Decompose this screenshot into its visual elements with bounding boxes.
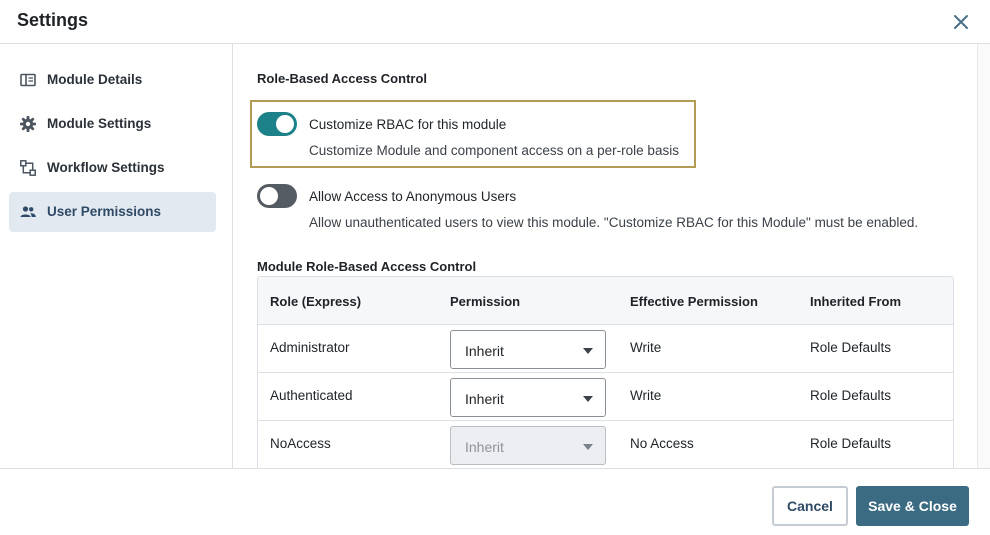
caret-down-icon [583, 396, 593, 402]
sidebar-item-module-details[interactable]: Module Details [9, 60, 216, 100]
gear-icon [19, 115, 37, 133]
workflow-icon [19, 159, 37, 177]
rbac-section-title: Role-Based Access Control [257, 71, 428, 86]
sidebar-item-module-settings[interactable]: Module Settings [9, 104, 216, 144]
anonymous-access-toggle[interactable] [257, 184, 297, 208]
table-row: Administrator Inherit Write Role Default… [258, 325, 953, 373]
permission-select[interactable]: Inherit [450, 330, 606, 369]
effective-permission-cell: Write [630, 388, 662, 403]
cancel-button[interactable]: Cancel [772, 486, 848, 526]
close-icon[interactable] [950, 11, 972, 33]
caret-down-icon [583, 444, 593, 450]
table-header: Role (Express) Permission Effective Perm… [258, 277, 953, 325]
column-header-permission: Permission [450, 294, 521, 309]
column-header-role: Role (Express) [270, 294, 362, 309]
anonymous-access-label: Allow Access to Anonymous Users [309, 189, 517, 204]
effective-permission-cell: Write [630, 340, 662, 355]
module-details-icon [19, 71, 37, 89]
dialog-footer: Cancel Save & Close [0, 468, 990, 535]
column-header-inherited-from: Inherited From [810, 294, 902, 309]
customize-rbac-label: Customize RBAC for this module [309, 117, 507, 132]
toggle-knob [260, 187, 278, 205]
sidebar-item-label: Module Details [47, 72, 143, 87]
inherited-from-cell: Role Defaults [810, 340, 892, 355]
column-header-effective-permission: Effective Permission [630, 294, 758, 309]
customize-rbac-description: Customize Module and component access on… [309, 143, 679, 158]
customize-rbac-toggle[interactable] [257, 112, 297, 136]
anonymous-access-description: Allow unauthenticated users to view this… [309, 215, 919, 230]
dialog-header: Settings [0, 0, 990, 44]
module-rbac-table: Role (Express) Permission Effective Perm… [257, 276, 954, 468]
permission-select[interactable]: Inherit [450, 378, 606, 417]
role-cell: NoAccess [270, 436, 331, 451]
role-cell: Administrator [270, 340, 350, 355]
settings-sidebar: Module Details Module Settings Workflow … [0, 44, 233, 468]
table-row: NoAccess Inherit No Access Role Defaults [258, 421, 953, 468]
inherited-from-cell: Role Defaults [810, 436, 892, 451]
permission-select-value: Inherit [465, 439, 504, 455]
effective-permission-cell: No Access [630, 436, 694, 451]
permission-select: Inherit [450, 426, 606, 465]
table-row: Authenticated Inherit Write Role Default… [258, 373, 953, 421]
inherited-from-cell: Role Defaults [810, 388, 892, 403]
dialog-title: Settings [17, 10, 89, 30]
module-rbac-section-title: Module Role-Based Access Control [257, 259, 477, 274]
content-scrollbar[interactable] [977, 44, 990, 468]
sidebar-item-workflow-settings[interactable]: Workflow Settings [9, 148, 216, 188]
settings-content: Role-Based Access Control Customize RBAC… [234, 44, 977, 468]
caret-down-icon [583, 348, 593, 354]
sidebar-item-label: Module Settings [47, 116, 152, 131]
sidebar-item-user-permissions[interactable]: User Permissions [9, 192, 216, 232]
users-icon [19, 203, 37, 221]
permission-select-value: Inherit [465, 391, 504, 407]
sidebar-item-label: Workflow Settings [47, 160, 165, 175]
permission-select-value: Inherit [465, 343, 504, 359]
toggle-knob [276, 115, 294, 133]
sidebar-item-label: User Permissions [47, 204, 162, 219]
save-and-close-button[interactable]: Save & Close [856, 486, 969, 526]
role-cell: Authenticated [270, 388, 353, 403]
